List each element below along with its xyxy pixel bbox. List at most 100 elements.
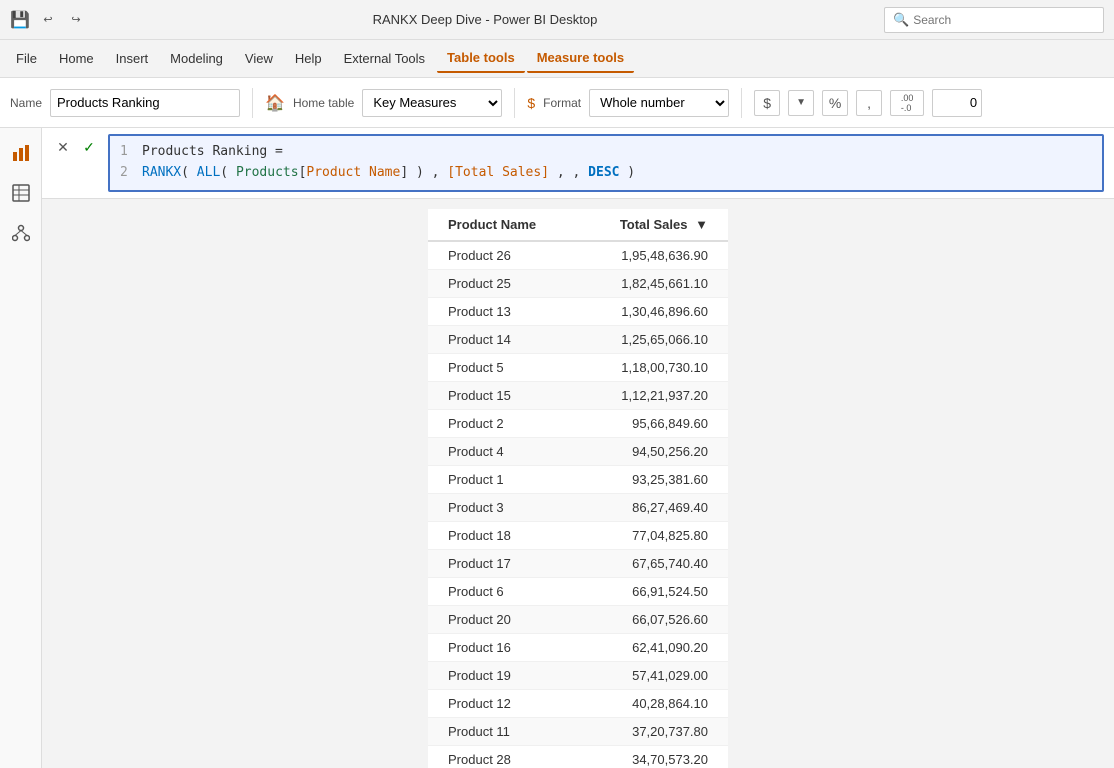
table-row: Product 12 40,28,864.10 [428, 689, 728, 717]
main-content: ✕ ✓ 1 Products Ranking = 2 RANKX( ALL( P… [42, 128, 1114, 768]
product-name-cell: Product 26 [428, 241, 578, 270]
menu-external-tools[interactable]: External Tools [334, 45, 435, 72]
formula-controls: ✕ ✓ [52, 134, 100, 158]
total-sales-cell: 1,95,48,636.90 [578, 241, 728, 270]
formula-bar: ✕ ✓ 1 Products Ranking = 2 RANKX( ALL( P… [42, 128, 1114, 199]
desc-keyword: DESC [588, 165, 619, 180]
menu-help[interactable]: Help [285, 45, 332, 72]
product-name-header[interactable]: Product Name [428, 209, 578, 241]
table-row: Product 15 1,12,21,937.20 [428, 381, 728, 409]
total-sales-cell: 1,18,00,730.10 [578, 353, 728, 381]
product-name-cell: Product 17 [428, 549, 578, 577]
product-name-cell: Product 14 [428, 325, 578, 353]
search-box[interactable]: 🔍 [884, 7, 1104, 33]
format-select[interactable]: Whole number Decimal number Currency Per… [589, 89, 729, 117]
total-sales-cell: 1,12,21,937.20 [578, 381, 728, 409]
table-row: Product 17 67,65,740.40 [428, 549, 728, 577]
measure-name-code: Products Ranking = [142, 144, 283, 159]
menu-view[interactable]: View [235, 45, 283, 72]
table-row: Product 16 62,41,090.20 [428, 633, 728, 661]
home-table-select[interactable]: Key Measures Products Sales [362, 89, 502, 117]
dollar-button[interactable]: $ [754, 90, 780, 116]
ribbon-separator-2 [514, 88, 515, 118]
formula-editor[interactable]: 1 Products Ranking = 2 RANKX( ALL( Produ… [108, 134, 1104, 192]
formula-line-2: 2 RANKX( ALL( Products[Product Name] ) ,… [120, 163, 1092, 184]
report-view-icon[interactable] [6, 138, 36, 168]
name-label: Name [10, 96, 42, 110]
total-sales-cell: 1,30,46,896.60 [578, 297, 728, 325]
left-panel [0, 128, 42, 768]
menu-table-tools[interactable]: Table tools [437, 44, 525, 73]
line-number-2: 2 [120, 163, 132, 184]
product-name-cell: Product 25 [428, 269, 578, 297]
menu-home[interactable]: Home [49, 45, 104, 72]
menu-modeling[interactable]: Modeling [160, 45, 233, 72]
measure-name-input[interactable] [50, 89, 240, 117]
products-table-ref: Products [236, 165, 299, 180]
table-view-icon[interactable] [6, 178, 36, 208]
redo-button[interactable]: ↪ [66, 10, 86, 30]
undo-button[interactable]: ↩ [38, 10, 58, 30]
home-table-label: Home table [293, 96, 354, 110]
model-view-icon[interactable] [6, 218, 36, 248]
menu-measure-tools[interactable]: Measure tools [527, 44, 634, 73]
menu-insert[interactable]: Insert [106, 45, 159, 72]
decimal-adjust-button[interactable]: .00-.0 [890, 90, 924, 116]
total-sales-header[interactable]: Total Sales ▼ [578, 209, 728, 241]
ribbon-separator-1 [252, 88, 253, 118]
table-row: Product 4 94,50,256.20 [428, 437, 728, 465]
total-sales-cell: 62,41,090.20 [578, 633, 728, 661]
product-name-cell: Product 16 [428, 633, 578, 661]
line-number-1: 1 [120, 142, 132, 163]
product-name-cell: Product 15 [428, 381, 578, 409]
total-sales-cell: 67,65,740.40 [578, 549, 728, 577]
ribbon-separator-3 [741, 88, 742, 118]
product-name-cell: Product 18 [428, 521, 578, 549]
table-row: Product 6 66,91,524.50 [428, 577, 728, 605]
percent-button[interactable]: % [822, 90, 848, 116]
product-name-field: Product Name [306, 165, 400, 180]
formula-line-1: 1 Products Ranking = [120, 142, 1092, 163]
total-sales-cell: 66,91,524.50 [578, 577, 728, 605]
comma-button[interactable]: , [856, 90, 882, 116]
ribbon: Name 🏠 Home table Key Measures Products … [0, 78, 1114, 128]
dropdown-arrow-button[interactable]: ▼ [788, 90, 814, 116]
formula-line1-text: Products Ranking = [142, 142, 283, 163]
decimal-places-input[interactable] [932, 89, 982, 117]
table-row: Product 25 1,82,45,661.10 [428, 269, 728, 297]
total-sales-cell: 93,25,381.60 [578, 465, 728, 493]
total-sales-cell: 94,50,256.20 [578, 437, 728, 465]
table-area: Product Name Total Sales ▼ Product 26 1,… [42, 199, 1114, 768]
product-name-cell: Product 13 [428, 297, 578, 325]
table-row: Product 5 1,18,00,730.10 [428, 353, 728, 381]
format-icon: $ [527, 95, 535, 111]
table-row: Product 1 93,25,381.60 [428, 465, 728, 493]
table-row: Product 19 57,41,029.00 [428, 661, 728, 689]
total-sales-cell: 1,82,45,661.10 [578, 269, 728, 297]
app-title: RANKX Deep Dive - Power BI Desktop [373, 12, 598, 27]
search-input[interactable] [913, 13, 1093, 27]
product-name-cell: Product 1 [428, 465, 578, 493]
total-sales-cell: 34,70,573.20 [578, 745, 728, 768]
formula-confirm-button[interactable]: ✓ [78, 136, 100, 158]
product-name-cell: Product 4 [428, 437, 578, 465]
formula-cancel-button[interactable]: ✕ [52, 136, 74, 158]
product-name-cell: Product 11 [428, 717, 578, 745]
total-sales-cell: 1,25,65,066.10 [578, 325, 728, 353]
formula-line2-code: RANKX( ALL( Products[Product Name] ) , [… [142, 163, 635, 184]
menu-file[interactable]: File [6, 45, 47, 72]
total-sales-cell: 95,66,849.60 [578, 409, 728, 437]
total-sales-cell: 37,20,737.80 [578, 717, 728, 745]
table-row: Product 11 37,20,737.80 [428, 717, 728, 745]
product-name-cell: Product 6 [428, 577, 578, 605]
total-sales-cell: 66,07,526.60 [578, 605, 728, 633]
table-row: Product 26 1,95,48,636.90 [428, 241, 728, 270]
table-header-row: Product Name Total Sales ▼ [428, 209, 728, 241]
total-sales-cell: 57,41,029.00 [578, 661, 728, 689]
rankx-function: RANKX [142, 165, 181, 180]
product-name-cell: Product 3 [428, 493, 578, 521]
table-row: Product 14 1,25,65,066.10 [428, 325, 728, 353]
table-row: Product 2 95,66,849.60 [428, 409, 728, 437]
product-name-cell: Product 12 [428, 689, 578, 717]
title-bar-left: 💾 ↩ ↪ [10, 10, 86, 30]
